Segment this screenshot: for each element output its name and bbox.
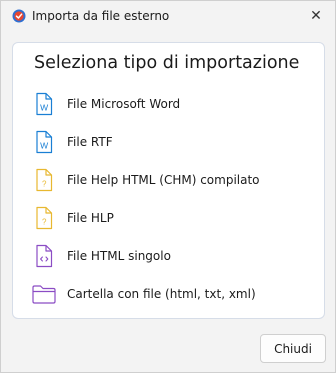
rtf-document-icon: W	[36, 130, 53, 154]
import-dialog: Importa da file esterno ✕ Seleziona tipo…	[0, 0, 336, 373]
option-chm[interactable]: ? File Help HTML (CHM) compilato	[31, 165, 316, 195]
app-logo-icon	[12, 9, 26, 23]
chm-help-file-icon: ?	[36, 168, 53, 192]
svg-text:?: ?	[42, 179, 47, 188]
window-title: Importa da file esterno	[32, 9, 170, 23]
option-hlp[interactable]: ? File HLP	[31, 203, 316, 233]
option-html[interactable]: File HTML singolo	[31, 241, 316, 271]
option-label: File RTF	[67, 135, 113, 149]
html-file-icon	[36, 244, 53, 268]
close-button[interactable]: Chiudi	[260, 334, 326, 363]
svg-text:W: W	[40, 103, 48, 113]
option-label: Cartella con file (html, txt, xml)	[67, 287, 256, 301]
option-rtf[interactable]: W File RTF	[31, 127, 316, 157]
option-label: File HTML singolo	[67, 249, 171, 263]
option-label: File HLP	[67, 211, 114, 225]
word-document-icon: W	[36, 92, 53, 116]
panel-heading: Seleziona tipo di importazione	[34, 53, 300, 73]
folder-icon	[32, 285, 56, 304]
window-close-icon[interactable]: ✕	[307, 7, 325, 25]
option-word[interactable]: W File Microsoft Word	[31, 89, 316, 119]
import-type-panel: Seleziona tipo di importazione W File Mi…	[12, 42, 325, 319]
option-label: File Help HTML (CHM) compilato	[67, 173, 260, 187]
svg-text:W: W	[40, 141, 48, 151]
svg-text:?: ?	[42, 217, 47, 226]
option-label: File Microsoft Word	[67, 97, 181, 111]
hlp-help-file-icon: ?	[36, 206, 53, 230]
title-bar: Importa da file esterno ✕	[1, 1, 335, 31]
option-folder[interactable]: Cartella con file (html, txt, xml)	[31, 279, 316, 309]
